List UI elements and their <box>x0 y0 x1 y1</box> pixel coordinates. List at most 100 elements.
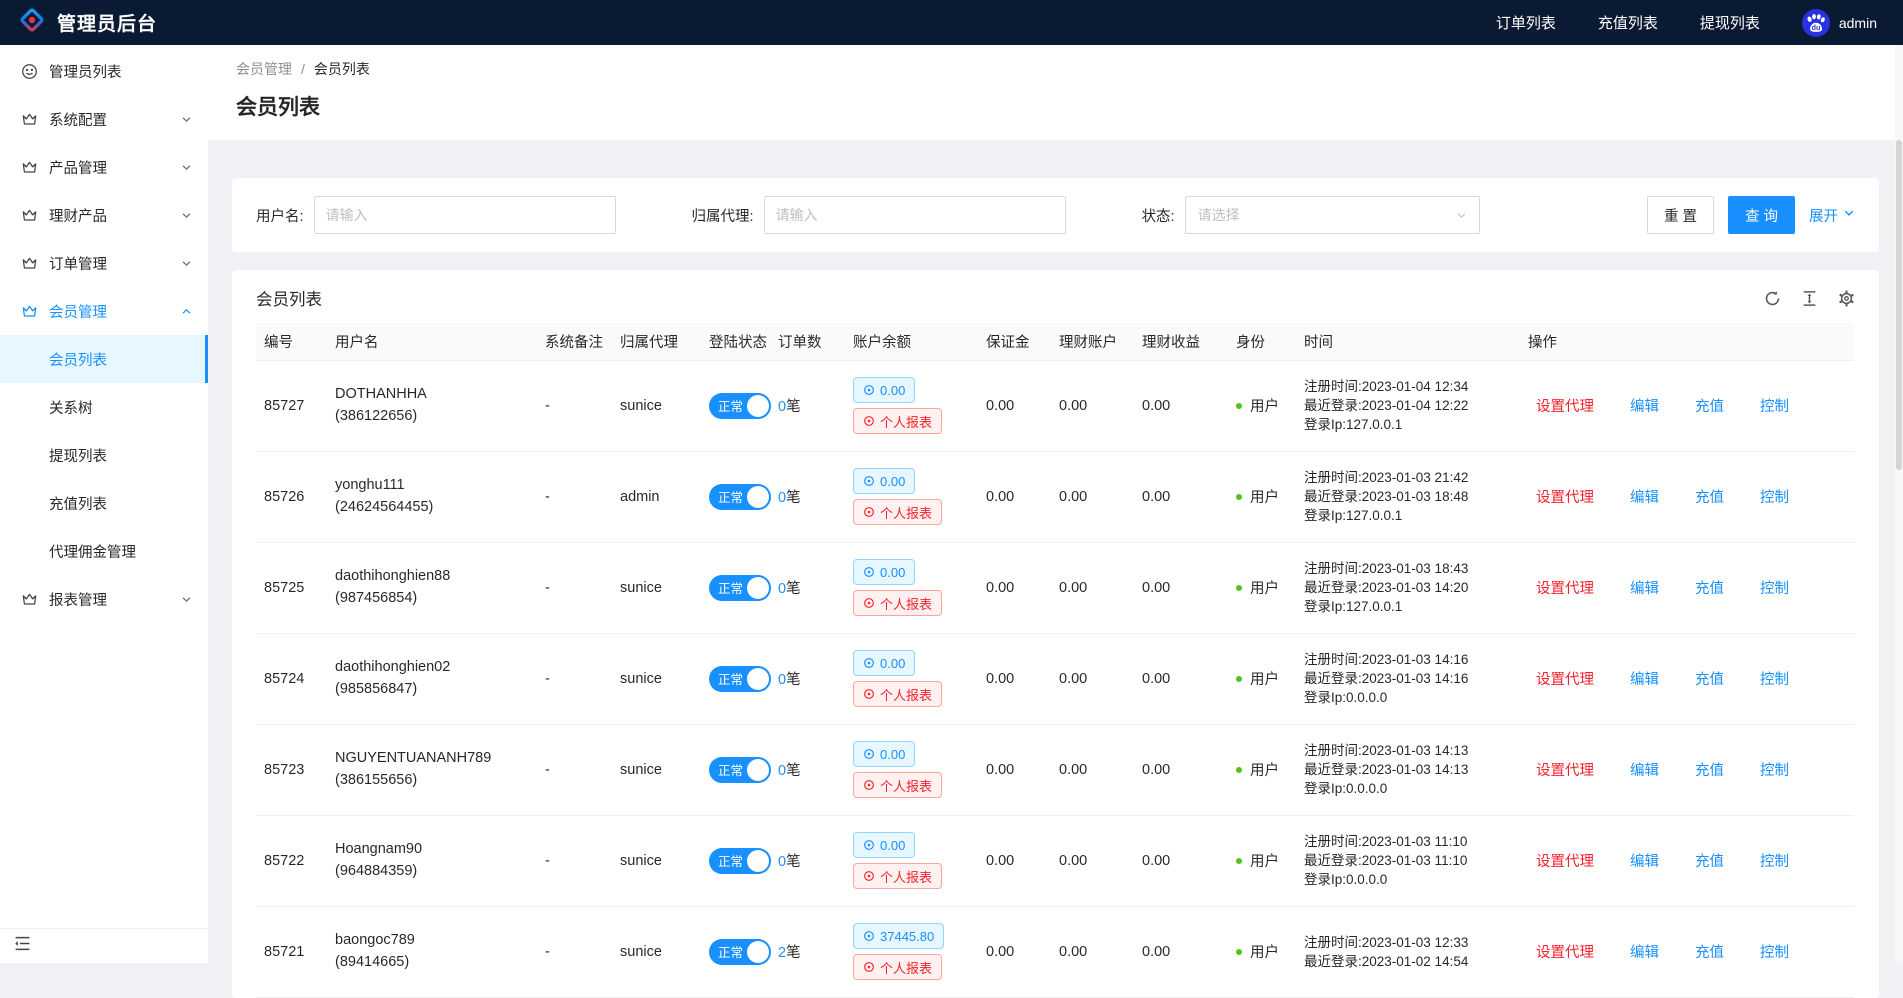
edit-link[interactable]: 编辑 <box>1630 672 1659 688</box>
balance-badge[interactable]: 0.00 <box>853 832 915 858</box>
control-link[interactable]: 控制 <box>1760 581 1789 597</box>
orders-count: 0 <box>778 672 786 688</box>
set-agent-link[interactable]: 设置代理 <box>1536 672 1594 688</box>
personal-report-badge[interactable]: 个人报表 <box>853 499 942 525</box>
recharge-link[interactable]: 充值 <box>1695 490 1724 506</box>
balance-badge[interactable]: 0.00 <box>853 650 915 676</box>
sidebar-item[interactable]: 系统配置 <box>0 95 208 143</box>
top-nav-item[interactable]: 提现列表 <box>1700 12 1760 33</box>
finance-profit-cell: 0.00 <box>1134 633 1228 724</box>
finance-account-cell: 0.00 <box>1051 451 1134 542</box>
personal-report-badge[interactable]: 个人报表 <box>853 681 942 707</box>
margin-cell: 0.00 <box>978 360 1051 451</box>
control-link[interactable]: 控制 <box>1760 672 1789 688</box>
vertical-scrollbar[interactable] <box>1895 45 1903 963</box>
breadcrumb-current: 会员列表 <box>314 61 370 77</box>
set-agent-link[interactable]: 设置代理 <box>1536 945 1594 961</box>
status-select-placeholder: 请选择 <box>1198 205 1240 225</box>
identity-cell: 用户 <box>1228 451 1296 542</box>
set-agent-link[interactable]: 设置代理 <box>1536 581 1594 597</box>
edit-link[interactable]: 编辑 <box>1630 945 1659 961</box>
scrollbar-thumb[interactable] <box>1896 140 1902 470</box>
login-status-toggle[interactable]: 正常 <box>709 848 771 874</box>
recharge-link[interactable]: 充值 <box>1695 945 1724 961</box>
recharge-link[interactable]: 充值 <box>1695 581 1724 597</box>
edit-link[interactable]: 编辑 <box>1630 854 1659 870</box>
balance-badge[interactable]: 37445.80 <box>853 923 944 949</box>
login-status-cell: 正常 <box>701 360 770 451</box>
finance-account-cell: 0.00 <box>1051 724 1134 815</box>
edit-link[interactable]: 编辑 <box>1630 581 1659 597</box>
login-status-toggle[interactable]: 正常 <box>709 757 771 783</box>
sidebar-item[interactable]: 理财产品 <box>0 191 208 239</box>
personal-report-badge[interactable]: 个人报表 <box>853 590 942 616</box>
setting-button[interactable] <box>1838 290 1855 307</box>
control-link[interactable]: 控制 <box>1760 763 1789 779</box>
query-button[interactable]: 查 询 <box>1728 196 1795 234</box>
remark-cell: - <box>537 360 612 451</box>
recharge-link[interactable]: 充值 <box>1695 672 1724 688</box>
agent-cell: sunice <box>612 815 701 906</box>
balance-badge[interactable]: 0.00 <box>853 468 915 494</box>
column-height-button[interactable] <box>1801 290 1818 307</box>
personal-report-label: 个人报表 <box>880 685 932 704</box>
expand-toggle[interactable]: 展开 <box>1809 205 1855 226</box>
username-input[interactable] <box>314 196 616 234</box>
personal-report-badge[interactable]: 个人报表 <box>853 954 942 980</box>
login-status-toggle[interactable]: 正常 <box>709 666 771 692</box>
edit-link[interactable]: 编辑 <box>1630 490 1659 506</box>
control-link[interactable]: 控制 <box>1760 399 1789 415</box>
sidebar-item-label: 管理员列表 <box>49 61 192 82</box>
reset-button[interactable]: 重 置 <box>1647 196 1714 234</box>
sidebar-subitem[interactable]: 代理佣金管理 <box>0 527 208 575</box>
set-agent-link[interactable]: 设置代理 <box>1536 399 1594 415</box>
account-number: (985856847) <box>335 681 417 697</box>
sidebar-item[interactable]: 产品管理 <box>0 143 208 191</box>
top-nav-item[interactable]: 订单列表 <box>1496 12 1556 33</box>
control-link[interactable]: 控制 <box>1760 854 1789 870</box>
sidebar-subitem[interactable]: 充值列表 <box>0 479 208 527</box>
reload-button[interactable] <box>1764 290 1781 307</box>
recharge-link[interactable]: 充值 <box>1695 854 1724 870</box>
login-status-toggle[interactable]: 正常 <box>709 393 771 419</box>
agent-input[interactable] <box>764 196 1066 234</box>
sidebar-item[interactable]: 订单管理 <box>0 239 208 287</box>
finance-profit-cell: 0.00 <box>1134 815 1228 906</box>
personal-report-badge[interactable]: 个人报表 <box>853 772 942 798</box>
eye-icon <box>863 870 875 882</box>
balance-badge[interactable]: 0.00 <box>853 377 915 403</box>
sidebar-subitem[interactable]: 会员列表 <box>0 335 208 383</box>
control-link[interactable]: 控制 <box>1760 490 1789 506</box>
personal-report-label: 个人报表 <box>880 594 932 613</box>
balance-cell: 0.00 个人报表 <box>845 542 978 633</box>
breadcrumb-parent[interactable]: 会员管理 <box>236 61 292 77</box>
personal-report-badge[interactable]: 个人报表 <box>853 408 942 434</box>
set-agent-link[interactable]: 设置代理 <box>1536 854 1594 870</box>
personal-report-badge[interactable]: 个人报表 <box>853 863 942 889</box>
set-agent-link[interactable]: 设置代理 <box>1536 763 1594 779</box>
toggle-knob <box>747 486 769 508</box>
set-agent-link[interactable]: 设置代理 <box>1536 490 1594 506</box>
user-menu[interactable]: duadmin <box>1802 9 1877 37</box>
sidebar-subitem[interactable]: 关系树 <box>0 383 208 431</box>
sidebar-item[interactable]: 管理员列表 <box>0 47 208 95</box>
edit-link[interactable]: 编辑 <box>1630 763 1659 779</box>
edit-link[interactable]: 编辑 <box>1630 399 1659 415</box>
recharge-link[interactable]: 充值 <box>1695 399 1724 415</box>
system-remark: - <box>545 580 550 596</box>
login-status-toggle[interactable]: 正常 <box>709 484 771 510</box>
margin-amount: 0.00 <box>986 580 1014 596</box>
balance-badge[interactable]: 0.00 <box>853 559 915 585</box>
login-status-toggle[interactable]: 正常 <box>709 939 771 965</box>
login-status-toggle[interactable]: 正常 <box>709 575 771 601</box>
status-select[interactable]: 请选择 <box>1185 196 1480 234</box>
top-nav-item[interactable]: 充值列表 <box>1598 12 1658 33</box>
user-name: admin <box>1839 15 1877 31</box>
sidebar-collapse-button[interactable] <box>0 928 208 963</box>
recharge-link[interactable]: 充值 <box>1695 763 1724 779</box>
balance-badge[interactable]: 0.00 <box>853 741 915 767</box>
sidebar-item[interactable]: 报表管理 <box>0 575 208 623</box>
sidebar-subitem[interactable]: 提现列表 <box>0 431 208 479</box>
sidebar-item[interactable]: 会员管理 <box>0 287 208 335</box>
control-link[interactable]: 控制 <box>1760 945 1789 961</box>
